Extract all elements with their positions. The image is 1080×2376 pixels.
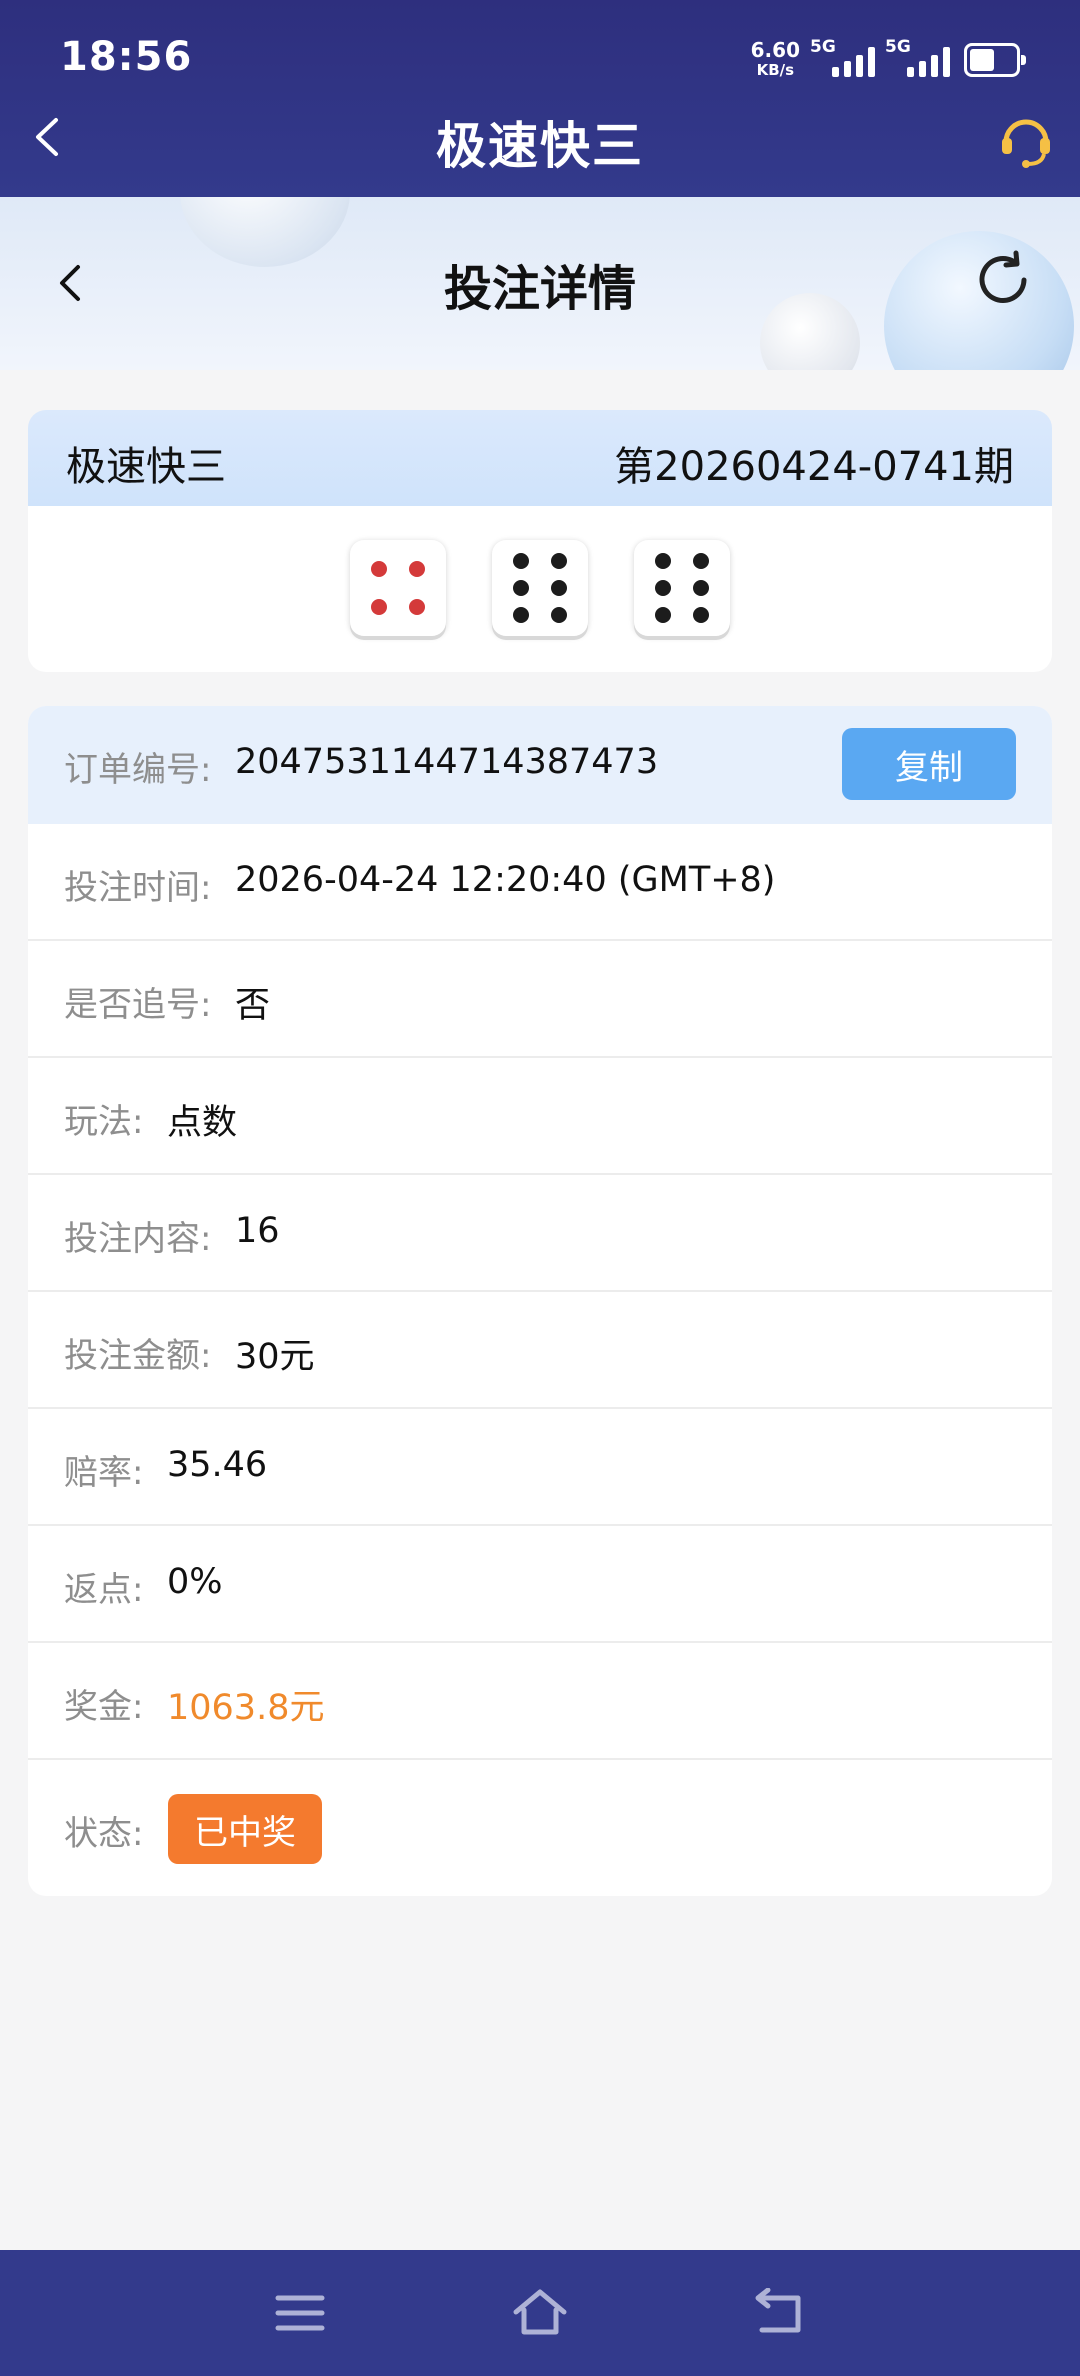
prize-value: 1063.8元 — [167, 1688, 325, 1728]
bet-time-row: 投注时间: 2026-04-24 12:20:40 (GMT+8) — [28, 824, 1052, 941]
odds-value: 35.46 — [167, 1445, 268, 1485]
draw-result-body — [28, 506, 1052, 672]
play-type-value: 点数 — [167, 1103, 238, 1143]
rebate-value: 0% — [167, 1562, 223, 1602]
die-pip — [512, 580, 529, 596]
die-pip — [654, 606, 671, 623]
die-pip — [409, 599, 426, 616]
refresh-icon[interactable] — [970, 247, 1036, 313]
order-number-row: 订单编号: 2047531144714387473 复制 — [28, 706, 1052, 824]
dice-row — [28, 540, 1052, 636]
status-label: 状态: — [64, 1814, 144, 1854]
bet-content-label: 投注内容: — [64, 1219, 212, 1259]
die-pip — [551, 580, 568, 596]
network-speed-value: 6.60 — [750, 38, 800, 62]
die-pip — [693, 553, 710, 570]
top-bar: 18:56 6.60 KB/s 5G 5G 极速快三 — [0, 0, 1080, 197]
bet-time-value: 2026-04-24 12:20:40 (GMT+8) — [235, 860, 776, 900]
headset-icon[interactable] — [996, 110, 1056, 170]
order-number-label: 订单编号: — [64, 750, 212, 790]
home-icon[interactable] — [512, 2288, 568, 2338]
page-header-banner: 投注详情 — [0, 197, 1080, 370]
network-speed: 6.60 KB/s — [751, 40, 800, 80]
bet-content-row: 投注内容: 16 — [28, 1175, 1052, 1292]
rebate-row: 返点: 0% — [28, 1526, 1052, 1643]
app-title: 极速快三 — [436, 117, 644, 175]
rebate-label: 返点: — [64, 1570, 144, 1610]
bet-amount-label: 投注金额: — [64, 1336, 212, 1376]
system-navigation-bar — [0, 2250, 1080, 2376]
odds-row: 赔率: 35.46 — [28, 1409, 1052, 1526]
die-pip — [409, 560, 426, 577]
sim1-label: 5G — [810, 37, 836, 57]
status-icons: 6.60 KB/s 5G 5G — [751, 37, 1026, 82]
draw-result-card: 极速快三 第20260424-0741期 — [28, 410, 1052, 672]
die-pip — [654, 553, 671, 570]
die-pip — [370, 599, 387, 616]
die-pip — [693, 606, 710, 623]
die-pip — [551, 553, 568, 570]
return-icon[interactable] — [752, 2288, 808, 2338]
chase-value: 否 — [235, 986, 271, 1026]
prize-row: 奖金: 1063.8元 — [28, 1643, 1052, 1760]
die-pip — [370, 560, 387, 577]
bet-content-value: 16 — [235, 1211, 280, 1251]
signal-icon-sim1: 5G — [810, 37, 875, 77]
copy-button[interactable]: 复制 — [842, 728, 1016, 800]
draw-result-header: 极速快三 第20260424-0741期 — [28, 410, 1052, 506]
sim2-label: 5G — [885, 37, 911, 57]
play-type-label: 玩法: — [64, 1102, 144, 1142]
chase-row: 是否追号: 否 — [28, 941, 1052, 1058]
network-speed-unit: KB/s — [756, 61, 795, 79]
status-row: 状态: 已中奖 — [28, 1760, 1052, 1896]
bet-detail-card: 订单编号: 2047531144714387473 复制 投注时间: 2026-… — [28, 706, 1052, 1896]
prize-label: 奖金: — [64, 1687, 144, 1727]
signal-icon-sim2: 5G — [885, 37, 950, 77]
page-title: 投注详情 — [443, 261, 636, 317]
play-type-row: 玩法: 点数 — [28, 1058, 1052, 1175]
die-pip — [693, 580, 710, 596]
status-badge: 已中奖 — [168, 1794, 322, 1864]
issue-number: 第20260424-0741期 — [614, 444, 1014, 490]
bet-amount-value: 30元 — [235, 1337, 315, 1377]
die-2 — [492, 540, 588, 636]
die-pip — [512, 606, 529, 623]
bet-time-label: 投注时间: — [64, 868, 212, 908]
die-pip — [512, 553, 529, 570]
lottery-name: 极速快三 — [66, 444, 226, 490]
die-1 — [350, 540, 446, 636]
odds-label: 赔率: — [64, 1453, 144, 1493]
menu-icon[interactable] — [272, 2288, 328, 2338]
die-pip — [654, 580, 671, 596]
bet-amount-row: 投注金额: 30元 — [28, 1292, 1052, 1409]
battery-icon — [964, 43, 1026, 77]
status-time: 18:56 — [60, 34, 193, 80]
die-3 — [634, 540, 730, 636]
die-pip — [551, 606, 568, 623]
chase-label: 是否追号: — [64, 985, 212, 1025]
order-number-value: 2047531144714387473 — [235, 742, 659, 782]
